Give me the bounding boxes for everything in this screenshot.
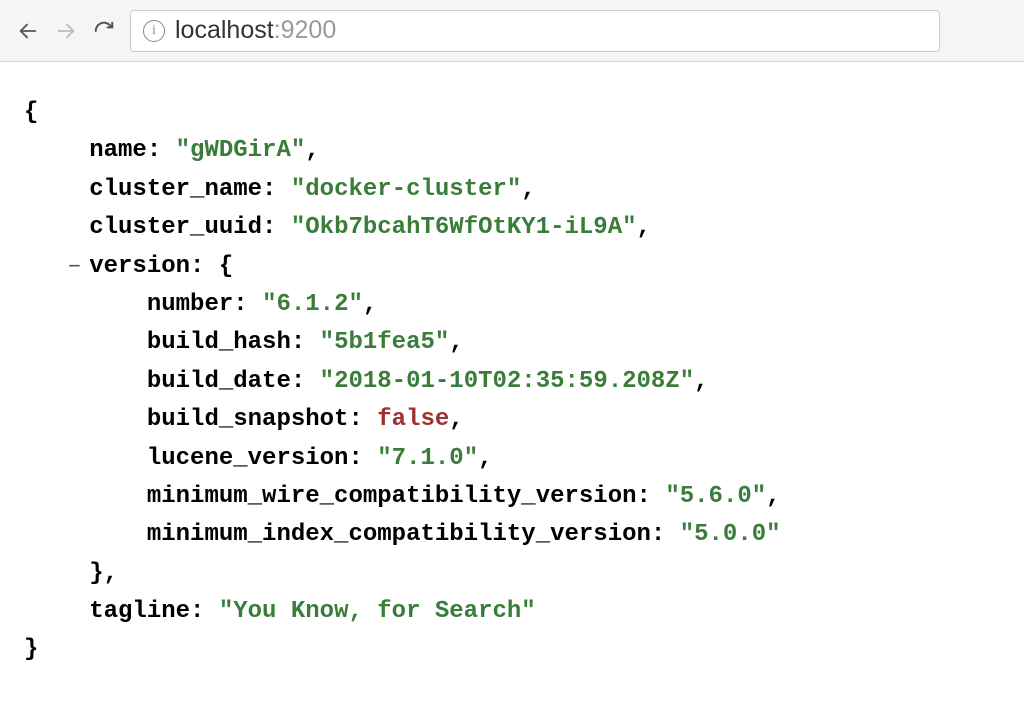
json-line-min-wire: minimum_wire_compatibility_version: "5.6… xyxy=(24,478,1000,516)
url-text: localhost:9200 xyxy=(175,16,336,45)
json-line-cluster-name: cluster_name: "docker-cluster", xyxy=(24,171,1000,209)
json-line-tagline: tagline: "You Know, for Search" xyxy=(24,593,1000,631)
json-line-cluster-uuid: cluster_uuid: "Okb7bcahT6WfOtKY1-iL9A", xyxy=(24,209,1000,247)
json-line-build-snapshot: build_snapshot: false, xyxy=(24,401,1000,439)
back-button[interactable] xyxy=(16,19,40,43)
json-root-open: { xyxy=(24,94,1000,132)
json-line-min-index: minimum_index_compatibility_version: "5.… xyxy=(24,516,1000,554)
reload-icon xyxy=(93,20,115,42)
browser-toolbar: i localhost:9200 xyxy=(0,0,1024,62)
json-line-build-hash: build_hash: "5b1fea5", xyxy=(24,324,1000,362)
forward-arrow-icon xyxy=(55,20,77,42)
json-line-name: name: "gWDGirA", xyxy=(24,132,1000,170)
json-root-close: } xyxy=(24,631,1000,669)
json-line-lucene-version: lucene_version: "7.1.0", xyxy=(24,440,1000,478)
json-version-close: }, xyxy=(24,555,1000,593)
reload-button[interactable] xyxy=(92,19,116,43)
json-viewer: { name: "gWDGirA", cluster_name: "docker… xyxy=(0,62,1024,702)
address-bar[interactable]: i localhost:9200 xyxy=(130,10,940,52)
json-line-build-date: build_date: "2018-01-10T02:35:59.208Z", xyxy=(24,363,1000,401)
collapse-toggle-icon[interactable]: – xyxy=(67,248,89,286)
json-line-version: –version: { xyxy=(24,248,1000,286)
back-arrow-icon xyxy=(17,20,39,42)
site-info-icon[interactable]: i xyxy=(143,20,165,42)
forward-button[interactable] xyxy=(54,19,78,43)
json-line-number: number: "6.1.2", xyxy=(24,286,1000,324)
